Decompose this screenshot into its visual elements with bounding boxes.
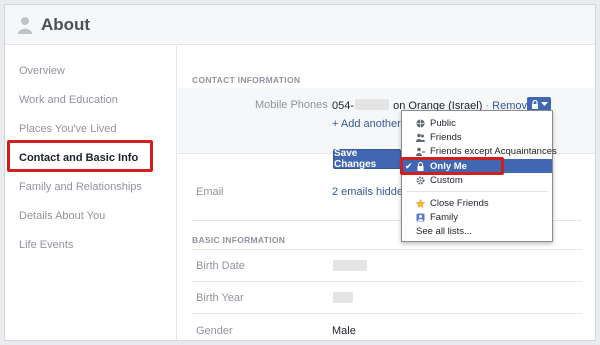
phone-redacted xyxy=(355,99,390,110)
sidebar-item-details-about-you[interactable]: Details About You xyxy=(19,210,105,222)
friends-icon xyxy=(416,133,425,142)
menu-item-close-friends[interactable]: Close Friends xyxy=(402,196,552,210)
about-sidebar: Overview Work and Education Places You'v… xyxy=(5,46,177,340)
menu-item-label: Friends xyxy=(430,131,462,143)
divider xyxy=(192,249,582,250)
privacy-dropdown-menu: Public Friends Friends except Acquaintan… xyxy=(401,110,557,242)
divider xyxy=(192,313,582,314)
menu-item-label: See all lists... xyxy=(416,225,472,237)
sidebar-item-life-events[interactable]: Life Events xyxy=(19,239,73,251)
only-me-highlight xyxy=(400,157,504,175)
friends-except-icon xyxy=(416,147,425,156)
chevron-down-icon xyxy=(540,101,548,106)
menu-item-friends-except-acquaintances[interactable]: Friends except Acquaintances xyxy=(402,144,557,158)
menu-item-label: Custom xyxy=(430,174,463,186)
sidebar-item-family-relationships[interactable]: Family and Relationships xyxy=(19,181,142,193)
birth-date-label: Birth Date xyxy=(196,260,245,272)
menu-item-label: Close Friends xyxy=(430,197,489,209)
birth-date-redacted xyxy=(333,260,367,271)
basic-section-title: BASIC INFORMATION xyxy=(192,235,286,245)
menu-item-label: Family xyxy=(430,211,458,223)
globe-icon xyxy=(416,119,425,127)
sidebar-item-overview[interactable]: Overview xyxy=(19,65,65,77)
star-icon xyxy=(416,198,425,208)
family-icon xyxy=(416,213,425,221)
contact-section-title: CONTACT INFORMATION xyxy=(192,75,301,85)
menu-item-label: Friends except Acquaintances xyxy=(430,145,557,157)
save-changes-button[interactable]: Save Changes xyxy=(333,148,401,170)
menu-item-see-all-lists[interactable]: See all lists... xyxy=(402,224,552,238)
gender-label: Gender xyxy=(196,325,233,337)
menu-item-public[interactable]: Public xyxy=(402,116,552,130)
menu-divider xyxy=(406,191,548,192)
about-header: About xyxy=(5,5,595,45)
divider xyxy=(192,281,582,282)
menu-item-custom[interactable]: Custom xyxy=(402,173,552,187)
privacy-selector-button[interactable] xyxy=(527,97,551,111)
about-panel: About Overview Work and Education Places… xyxy=(4,4,596,341)
lock-icon xyxy=(531,99,538,109)
sidebar-item-work-education[interactable]: Work and Education xyxy=(19,94,118,106)
menu-item-friends[interactable]: Friends xyxy=(402,130,552,144)
gender-value: Male xyxy=(332,325,356,337)
person-icon xyxy=(18,16,32,34)
phone-label: Mobile Phones xyxy=(255,99,328,111)
menu-item-label: Public xyxy=(430,117,456,129)
birth-year-redacted xyxy=(333,292,353,303)
gear-icon xyxy=(416,176,425,184)
sidebar-item-places-lived[interactable]: Places You've Lived xyxy=(19,123,117,135)
phone-prefix: 054- xyxy=(332,100,355,112)
email-label: Email xyxy=(196,186,224,198)
active-item-highlight xyxy=(7,140,153,172)
email-value[interactable]: 2 emails hidden xyxy=(332,186,409,198)
birth-year-label: Birth Year xyxy=(196,292,244,304)
page-title: About xyxy=(41,14,91,34)
add-phone-link[interactable]: + Add another p xyxy=(332,118,410,130)
menu-item-family[interactable]: Family xyxy=(402,210,552,224)
